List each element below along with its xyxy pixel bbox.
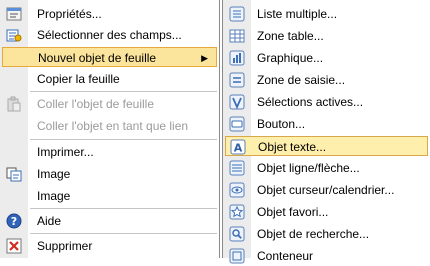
menu-item-paste-sheet-object: Coller l'objet de feuille — [0, 94, 219, 114]
input-box-icon — [229, 72, 245, 88]
menu-item-select-fields[interactable]: Sélectionner des champs... — [0, 25, 219, 45]
menu-item-container[interactable]: Conteneur — [223, 246, 430, 266]
table-box-icon — [229, 28, 245, 44]
menu-separator — [30, 139, 217, 140]
menu-item-new-sheet-object[interactable]: Nouvel objet de feuille ▶ — [2, 47, 217, 67]
menu-item-button[interactable]: Bouton... — [223, 114, 430, 134]
select-fields-icon — [6, 27, 22, 43]
menu-item-table-box[interactable]: Zone table... — [223, 26, 430, 46]
menu-item-bookmark[interactable]: Objet favori... — [223, 202, 430, 222]
svg-text:?: ? — [11, 215, 17, 228]
menu-item-search-object[interactable]: Objet de recherche... — [223, 224, 430, 244]
text-object-icon: A — [230, 139, 246, 155]
menu-item-current-selections[interactable]: Sélections actives... — [223, 92, 430, 112]
menu-item-image-copy[interactable]: Image — [0, 164, 219, 184]
submenu-new-sheet-object: Liste multiple... Zone table... Graphiqu… — [222, 0, 430, 264]
menu-item-input-box[interactable]: Zone de saisie... — [223, 70, 430, 90]
menu-item-paste-as-link: Coller l'objet en tant que lien — [37, 119, 189, 133]
chart-icon — [229, 50, 245, 66]
slider-calendar-icon — [229, 182, 245, 198]
paste-icon — [6, 96, 22, 112]
search-object-icon — [229, 226, 245, 242]
menu-item-chart[interactable]: Graphique... — [223, 48, 430, 68]
properties-icon — [6, 6, 22, 22]
line-arrow-icon — [229, 160, 245, 176]
context-menu: Propriétés... Sélectionner des champs...… — [0, 0, 220, 258]
menu-separator — [30, 233, 217, 234]
menu-item-multi-list[interactable]: Liste multiple... — [223, 4, 430, 24]
menu-item-print[interactable]: Imprimer... — [0, 142, 219, 162]
submenu-arrow-icon: ▶ — [201, 53, 208, 63]
menu-item-slider-calendar[interactable]: Objet curseur/calendrier... — [223, 180, 430, 200]
delete-icon — [6, 238, 22, 254]
menu-separator — [30, 208, 217, 209]
menu-item-image[interactable]: Image — [0, 186, 219, 206]
svg-text:A: A — [234, 142, 243, 155]
menu-item-copy-sheet[interactable]: Copier la feuille — [0, 69, 219, 89]
multi-list-icon — [229, 6, 245, 22]
button-icon — [229, 116, 245, 132]
menu-separator — [30, 91, 217, 92]
menu-item-properties[interactable]: Propriétés... — [0, 4, 219, 24]
current-selections-icon — [229, 94, 245, 110]
bookmark-icon — [229, 204, 245, 220]
container-icon — [229, 248, 245, 264]
menu-item-line-arrow[interactable]: Objet ligne/flèche... — [223, 158, 430, 178]
menu-item-text-object[interactable]: A Objet texte... — [225, 136, 428, 156]
help-icon: ? — [6, 213, 22, 229]
menu-item-help[interactable]: ? Aide — [0, 211, 219, 231]
copy-image-icon — [6, 166, 22, 182]
menu-item-delete[interactable]: Supprimer — [0, 236, 219, 256]
